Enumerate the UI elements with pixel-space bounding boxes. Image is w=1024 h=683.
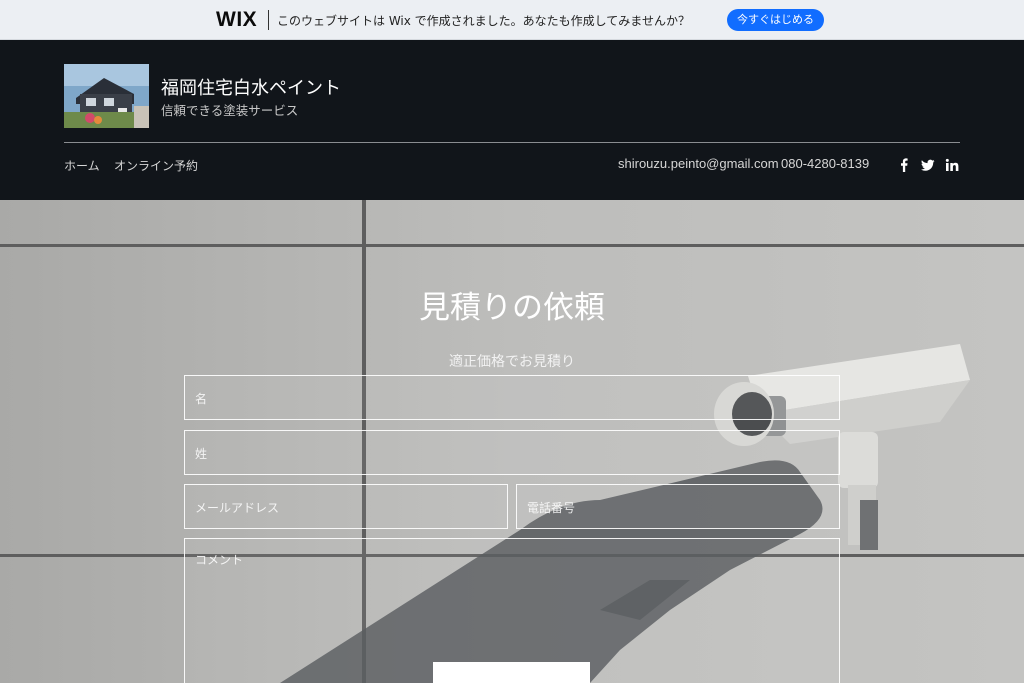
twitter-icon[interactable]: [921, 157, 935, 171]
site-title[interactable]: 福岡住宅白水ペイント: [161, 74, 341, 100]
email-field[interactable]: メールアドレス: [184, 484, 508, 529]
phone-placeholder: 電話番号: [527, 501, 576, 515]
site-tagline: 信頼できる塗装サービス: [161, 103, 299, 118]
phone-field[interactable]: 電話番号: [516, 484, 840, 529]
nav-item-home[interactable]: ホーム: [64, 157, 100, 174]
header-divider: [64, 142, 960, 143]
email-placeholder: メールアドレス: [195, 501, 280, 515]
wix-get-started-button[interactable]: 今すぐはじめる: [727, 9, 824, 31]
last-name-field[interactable]: 姓: [184, 430, 840, 475]
facebook-icon[interactable]: [897, 157, 911, 172]
quote-request-section: 見積りの依頼 適正価格でお見積り 名 姓 メールアドレス 電話番号 コメント: [0, 200, 1024, 683]
nav-item-online-booking[interactable]: オンライン予約: [114, 157, 198, 174]
page-title: 見積りの依頼: [419, 290, 605, 326]
submit-button[interactable]: [433, 662, 590, 683]
last-name-placeholder: 姓: [195, 447, 208, 461]
wix-banner-message: このウェブサイトは Wix で作成されました。あなたも作成してみませんか？: [277, 14, 690, 28]
wix-logo[interactable]: WIX: [216, 8, 257, 32]
first-name-field[interactable]: 名: [184, 375, 840, 420]
wix-banner: WIX このウェブサイトは Wix で作成されました。あなたも作成してみませんか…: [0, 0, 1024, 40]
page-subtitle: 適正価格でお見積り: [449, 354, 575, 370]
first-name-placeholder: 名: [195, 392, 208, 406]
contact-phone[interactable]: 080-4280-8139: [781, 156, 869, 171]
comment-placeholder: コメント: [195, 553, 244, 567]
site-header: 福岡住宅白水ペイント 信頼できる塗装サービス ホーム オンライン予約 shiro…: [0, 40, 1024, 200]
wix-divider: [268, 10, 269, 30]
contact-email[interactable]: shirouzu.peinto@gmail.com: [618, 156, 779, 171]
linkedin-icon[interactable]: [945, 157, 959, 171]
site-logo-image[interactable]: [64, 64, 149, 128]
